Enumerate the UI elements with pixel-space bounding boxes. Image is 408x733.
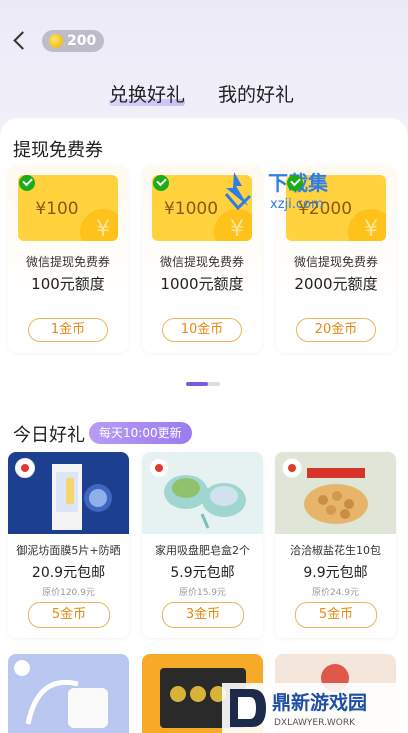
download-site-watermark-logo: 下载集 xzji.com [224,171,329,212]
redeem-button[interactable]: 1金币 [28,318,108,342]
shop-logo-icon [282,458,302,478]
redeem-button[interactable]: 10金币 [162,318,242,342]
coin-count: 200 [67,33,97,49]
carousel-indicator-active [186,382,208,386]
daily-section-title: 今日好礼 [13,425,85,446]
voucher-quota: 100元额度 [31,275,105,293]
coin-balance: 200 [42,30,104,52]
voucher-section-title: 提现免费券 [13,140,103,161]
redeem-button[interactable]: 5金币 [295,602,377,628]
product-original-price: 原价15.9元 [178,588,227,598]
tab-label: 兑换好礼 [109,84,186,106]
wechat-check-icon [19,175,35,191]
watermark-url: xzji.com [270,197,324,212]
redeem-button[interactable]: 5金币 [28,602,110,628]
voucher-name: 微信提现免费券 [159,255,244,269]
voucher-quota: 2000元额度 [294,275,378,293]
wechat-check-icon [153,175,169,191]
voucher-amount: ¥100 [35,199,79,219]
product-original-price: 原价24.9元 [311,588,360,598]
carousel-indicator [186,382,220,386]
product-price: 5.9元包邮 [170,565,235,581]
game-site-watermark-logo: 鼎新游戏园 DXLAWYER.WORK [222,683,408,733]
product-name: 御泥坊面膜5片+防晒 [16,544,121,557]
tab-label: 我的好礼 [218,84,295,106]
tab-my-gifts[interactable]: 我的好礼 [218,80,294,107]
redeem-button[interactable]: 3金币 [162,602,244,628]
voucher-name: 微信提现免费券 [25,255,110,269]
product-name: 洽洽椒盐花生10包 [290,544,381,557]
shop-logo-icon [149,458,169,478]
top-bar: 200 [0,0,408,80]
voucher-amount: ¥1000 [163,199,219,219]
product-original-price: 原价120.9元 [42,588,95,598]
redeem-button[interactable]: 20金币 [296,318,376,342]
product-card[interactable]: 御泥坊面膜5片+防晒 20.9元包邮 原价120.9元 5金币 [8,452,129,638]
product-price: 20.9元包邮 [31,565,106,581]
wechat-check-icon [287,175,303,191]
back-arrow-icon[interactable] [10,30,30,52]
update-time-badge: 每天10:00更新 [89,422,192,444]
product-price: 9.9元包邮 [303,565,368,581]
voucher-card[interactable]: ¥100 ¥ 微信提现免费券 100元额度 1金币 [8,165,128,353]
tab-bar: 兑换好礼 我的好礼 [0,80,408,110]
voucher-quota: 1000元额度 [160,275,244,293]
product-name: 家用吸盘肥皂盒2个 [155,544,250,557]
product-image-charger[interactable] [8,654,129,733]
tab-exchange-gifts[interactable]: 兑换好礼 [109,80,186,107]
watermark-url: DXLAWYER.WORK [274,718,356,728]
shop-logo-icon [15,458,35,478]
product-card[interactable]: 洽洽椒盐花生10包 9.9元包邮 原价24.9元 5金币 [275,452,396,638]
product-card[interactable]: 家用吸盘肥皂盒2个 5.9元包邮 原价15.9元 3金币 [142,452,263,638]
voucher-name: 微信提现免费券 [293,255,378,269]
coin-icon [49,34,63,48]
watermark-text: 鼎新游戏园 [272,691,367,714]
